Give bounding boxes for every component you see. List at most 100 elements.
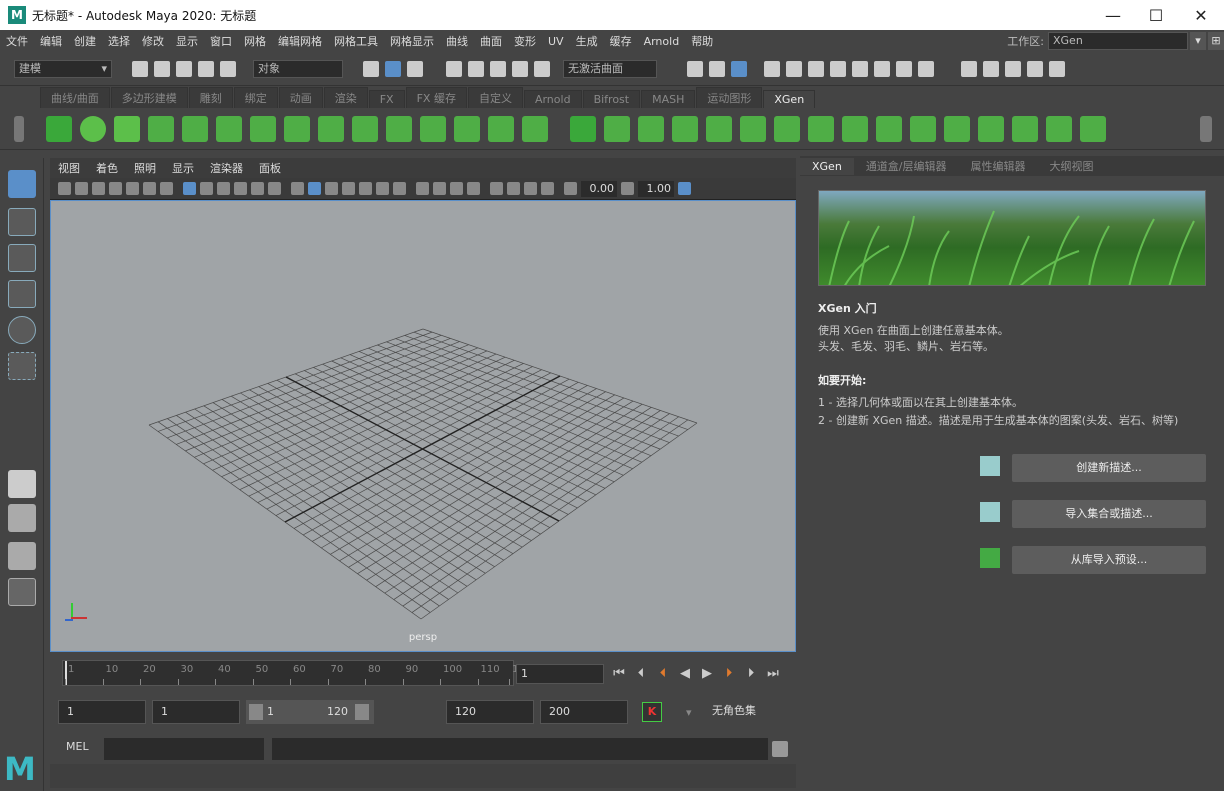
bookmarks-icon[interactable]	[92, 182, 105, 195]
redo-icon[interactable]	[220, 60, 236, 77]
groom-add-icon[interactable]	[672, 116, 698, 142]
gamma-field[interactable]: 1.00	[638, 180, 674, 197]
minimize-button[interactable]: —	[1090, 0, 1136, 30]
menu-curves[interactable]: 曲线	[440, 33, 474, 49]
ipr-render-icon[interactable]	[808, 60, 824, 77]
range-slider-bar[interactable]: 1 120	[246, 700, 374, 724]
character-set-arrow-icon[interactable]: ▾	[686, 706, 692, 719]
screen-space-ao-icon[interactable]	[416, 182, 429, 195]
xray-active-icon[interactable]	[524, 182, 537, 195]
wireframe-on-shaded-icon[interactable]	[342, 182, 355, 195]
shelf-tab-xgen[interactable]: XGen	[763, 90, 816, 108]
camera-attributes-icon[interactable]	[75, 182, 88, 195]
command-language-label[interactable]: MEL	[66, 740, 89, 753]
exposure-icon[interactable]	[564, 182, 577, 195]
groom-grab-icon[interactable]	[706, 116, 732, 142]
groom-cut-icon[interactable]	[876, 116, 902, 142]
xgen-interactive-groom-editor-icon[interactable]	[570, 116, 596, 142]
exposure-field[interactable]: 0.00	[581, 180, 617, 197]
tab-channel-box[interactable]: 通道盒/层编辑器	[854, 156, 959, 176]
2d-pan-zoom-icon[interactable]	[126, 182, 139, 195]
gate-mask-icon[interactable]	[217, 182, 230, 195]
safe-action-icon[interactable]	[251, 182, 264, 195]
tab-xgen[interactable]: XGen	[800, 157, 854, 175]
xgen-layer-icon[interactable]	[352, 116, 378, 142]
new-scene-icon[interactable]	[132, 60, 148, 77]
menu-mesh-tools[interactable]: 网格工具	[328, 33, 384, 49]
character-set-field[interactable]: 无角色集	[704, 700, 796, 724]
shelf-tab-arnold[interactable]: Arnold	[523, 90, 582, 108]
groom-density-icon[interactable]	[1012, 116, 1038, 142]
playback-end-field[interactable]: 120	[446, 700, 534, 724]
xray-icon[interactable]	[507, 182, 520, 195]
workspace-dropdown-arrow-icon[interactable]: ▾	[1190, 32, 1206, 50]
go-to-start-icon[interactable]: ⏮	[610, 666, 628, 681]
shelf-tab-motion-graphics[interactable]: 运动图形	[696, 87, 763, 108]
groom-clump-icon[interactable]	[910, 116, 936, 142]
lasso-tool-icon[interactable]	[8, 208, 36, 236]
xgen-guide-snap-icon[interactable]	[386, 116, 412, 142]
field-chart-icon[interactable]	[234, 182, 247, 195]
xgen-select-guide-icon[interactable]	[182, 116, 208, 142]
step-back-key-icon[interactable]: ⏴	[654, 666, 672, 681]
smooth-shade-icon[interactable]	[308, 182, 321, 195]
play-backwards-icon[interactable]: ◀	[676, 666, 694, 681]
shelf-tab-custom[interactable]: 自定义	[467, 87, 523, 108]
shelf-tab-poly[interactable]: 多边形建模	[110, 87, 188, 108]
xgen-comb-icon[interactable]	[420, 116, 446, 142]
xgen-cut-icon[interactable]	[454, 116, 480, 142]
textured-icon[interactable]	[359, 182, 372, 195]
shelf-tab-fx[interactable]: FX	[368, 90, 405, 108]
menu-arnold[interactable]: Arnold	[638, 35, 686, 48]
menu-edit[interactable]: 编辑	[34, 33, 68, 49]
open-scene-icon[interactable]	[154, 60, 170, 77]
menu-create[interactable]: 创建	[68, 33, 102, 49]
grease-pencil-icon[interactable]	[143, 182, 156, 195]
channel-box-toggle-icon[interactable]	[1049, 60, 1065, 77]
menu-deform[interactable]: 变形	[508, 33, 542, 49]
outliner-layout-icon[interactable]	[8, 578, 36, 606]
close-button[interactable]: ✕	[1178, 0, 1224, 30]
groom-length-icon[interactable]	[808, 116, 834, 142]
auto-key-icon[interactable]: K	[642, 702, 662, 722]
make-live-icon[interactable]	[534, 60, 550, 77]
menu-surfaces[interactable]: 曲面	[474, 33, 508, 49]
menu-windows[interactable]: 窗口	[204, 33, 238, 49]
import-collection-button[interactable]: 导入集合或描述...	[1012, 500, 1206, 528]
panel-menu-show[interactable]: 显示	[164, 160, 202, 176]
step-back-frame-icon[interactable]: ⏴	[632, 666, 650, 681]
wireframe-icon[interactable]	[291, 182, 304, 195]
groom-part-icon[interactable]	[978, 116, 1004, 142]
select-by-component-icon[interactable]	[407, 60, 423, 77]
xgen-editor-icon[interactable]	[46, 116, 72, 142]
panel-menu-lighting[interactable]: 照明	[126, 160, 164, 176]
select-by-hierarchy-icon[interactable]	[363, 60, 379, 77]
attribute-editor-toggle-icon[interactable]	[1005, 60, 1021, 77]
color-management-icon[interactable]	[678, 182, 691, 195]
create-description-button[interactable]: 创建新描述...	[1012, 454, 1206, 482]
live-surface-field[interactable]: 无激活曲面	[563, 59, 657, 78]
default-material-icon[interactable]	[325, 182, 338, 195]
shelf-tab-animation[interactable]: 动画	[278, 87, 323, 108]
gamma-icon[interactable]	[621, 182, 634, 195]
workspace-options-icon[interactable]: ⊞	[1208, 32, 1224, 50]
snap-to-point-icon[interactable]	[490, 60, 506, 77]
xgen-guide-length-icon[interactable]	[284, 116, 310, 142]
tab-outliner[interactable]: 大纲视图	[1038, 156, 1106, 176]
menu-mesh-display[interactable]: 网格显示	[384, 33, 440, 49]
xgen-delete-guide-icon[interactable]	[488, 116, 514, 142]
xgen-guide-cv-icon[interactable]	[250, 116, 276, 142]
step-forward-key-icon[interactable]: ⏵	[720, 666, 738, 681]
rotate-tool-icon[interactable]	[8, 316, 36, 344]
shelf-tab-bifrost[interactable]: Bifrost	[582, 90, 641, 108]
input-ops-icon[interactable]	[687, 60, 703, 77]
groom-smooth-icon[interactable]	[740, 116, 766, 142]
shelf-options-icon[interactable]	[14, 116, 24, 142]
film-gate-icon[interactable]	[160, 182, 173, 195]
script-editor-icon[interactable]	[772, 741, 788, 757]
tab-attribute-editor[interactable]: 属性编辑器	[959, 156, 1038, 176]
time-ruler[interactable]: 11020304050607080901001101	[62, 660, 518, 686]
two-view-layout-icon[interactable]	[8, 542, 36, 570]
xgen-move-guide-icon[interactable]	[216, 116, 242, 142]
panel-menu-panels[interactable]: 面板	[251, 160, 289, 176]
